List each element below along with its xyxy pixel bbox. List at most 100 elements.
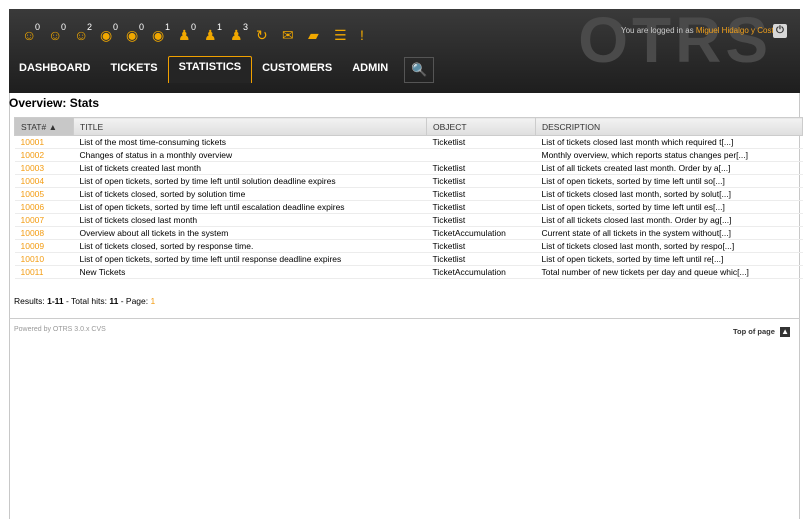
column-stat-number[interactable]: STAT# ▲ xyxy=(14,117,74,136)
stat-object: Ticketlist xyxy=(426,239,536,253)
stat-number-link[interactable]: 10003 xyxy=(14,161,74,175)
stat-description: List of tickets closed last month, sorte… xyxy=(535,187,803,201)
table-row[interactable]: 10008 Overview about all tickets in the s… xyxy=(14,226,803,240)
table-row[interactable]: 10004 List of open tickets, sorted by tim… xyxy=(14,174,803,188)
user-name-link[interactable]: Miguel Hidalgo y Costilla xyxy=(696,26,784,35)
logout-icon[interactable]: ⏻ xyxy=(773,24,787,38)
nav-item-customers[interactable]: CUSTOMERS xyxy=(252,57,342,83)
eye-icon: ◉ xyxy=(126,27,139,43)
stat-number-link[interactable]: 10008 xyxy=(14,226,74,240)
toolbar-item[interactable]: ↻ xyxy=(253,25,275,45)
stat-title: List of tickets created last month xyxy=(73,161,427,175)
stat-title: List of open tickets, sorted by time lef… xyxy=(73,200,427,214)
toolbar-count: 1 xyxy=(165,22,171,32)
page-link[interactable]: 1 xyxy=(151,296,156,306)
stat-number-link[interactable]: 10004 xyxy=(14,174,74,188)
user-icon: ♟ xyxy=(230,27,243,43)
nav-item-tickets[interactable]: TICKETS xyxy=(101,57,168,83)
table-row[interactable]: 10003 List of tickets created last month T… xyxy=(14,161,803,175)
stat-number-link[interactable]: 10007 xyxy=(14,213,74,227)
results-summary: Results: 1-11 - Total hits: 11 - Page: 1 xyxy=(14,296,155,306)
toolbar-count: 0 xyxy=(139,22,145,32)
stat-object: Ticketlist xyxy=(426,161,536,175)
toolbar-count: 2 xyxy=(87,22,93,32)
toolbar-count: 0 xyxy=(35,22,41,32)
login-prefix: You are logged in as xyxy=(621,26,694,35)
table-row[interactable]: 10005 List of tickets closed, sorted by s… xyxy=(14,187,803,201)
stat-number-link[interactable]: 10010 xyxy=(14,252,74,266)
hits-count: 11 xyxy=(109,296,119,306)
toolbar-item[interactable]: ♟ 0 xyxy=(175,22,197,45)
toolbar-count: 3 xyxy=(243,22,249,32)
nav-item-dashboard[interactable]: DASHBOARD xyxy=(9,57,101,83)
stat-number-link[interactable]: 10005 xyxy=(14,187,74,201)
stat-description: List of tickets closed last month which … xyxy=(535,135,803,149)
table-row[interactable]: 10010 List of open tickets, sorted by tim… xyxy=(14,252,803,266)
stat-object: Ticketlist xyxy=(426,174,536,188)
nav-item-admin[interactable]: ADMIN xyxy=(342,57,398,83)
toolbar-item[interactable]: ✉ xyxy=(279,25,301,45)
stat-title: Overview about all tickets in the system xyxy=(73,226,427,240)
column-title[interactable]: TITLE xyxy=(73,117,427,136)
page-label: - Page: xyxy=(120,296,149,306)
toolbar: ☺ 0 ☺ 0 ☺ 2 ◉ 0 ◉ 0 ◉ 1 ♟ 0 ♟ 1 ♟ 3 ↻ ✉ ▰ ☰! xyxy=(19,22,383,45)
table-row[interactable]: 10007 List of tickets closed last month Ti… xyxy=(14,213,803,227)
page-title: Overview: Stats xyxy=(9,96,100,110)
stat-object: Ticketlist xyxy=(426,135,536,149)
column-object[interactable]: OBJECT xyxy=(426,117,536,136)
stat-object: Ticketlist xyxy=(426,252,536,266)
toolbar-item[interactable]: ☺ 2 xyxy=(71,22,93,45)
results-range: 1-11 xyxy=(47,296,64,306)
stat-description: Monthly overview, which reports status c… xyxy=(535,148,803,162)
stat-title: List of tickets closed, sorted by respon… xyxy=(73,239,427,253)
stat-number-link[interactable]: 10006 xyxy=(14,200,74,214)
stat-object: TicketAccumulation xyxy=(426,226,536,240)
top-of-page-label: Top of page xyxy=(733,327,775,336)
toolbar-count: 0 xyxy=(191,22,197,32)
eye-icon: ◉ xyxy=(152,27,165,43)
stat-description: List of open tickets, sorted by time lef… xyxy=(535,200,803,214)
table-row[interactable]: 10011 New Tickets TicketAccumulation Total … xyxy=(14,265,803,279)
toolbar-count: 0 xyxy=(61,22,67,32)
toolbar-item[interactable]: ♟ 3 xyxy=(227,22,249,45)
stat-title: List of tickets closed last month xyxy=(73,213,427,227)
toolbar-item[interactable]: ◉ 0 xyxy=(97,22,119,45)
stat-object xyxy=(426,148,536,162)
refresh-icon: ↻ xyxy=(256,27,268,43)
column-description[interactable]: DESCRIPTION xyxy=(535,117,803,136)
stat-number-link[interactable]: 10011 xyxy=(14,265,74,279)
toolbar-item[interactable]: ♟ 1 xyxy=(201,22,223,45)
user-icon: ♟ xyxy=(204,27,217,43)
folder-icon: ▰ xyxy=(308,27,319,43)
toolbar-item[interactable]: ☺ 0 xyxy=(45,22,67,45)
login-info: You are logged in as Miguel Hidalgo y Co… xyxy=(621,26,783,35)
results-label: Results: xyxy=(14,296,45,306)
stat-title: List of open tickets, sorted by time lef… xyxy=(73,174,427,188)
table-header-row: STAT# ▲ TITLE OBJECT DESCRIPTION xyxy=(14,117,803,136)
otrs-logo: OTRS xyxy=(578,9,772,76)
stat-number-link[interactable]: 10009 xyxy=(14,239,74,253)
stat-description: List of tickets closed last month, sorte… xyxy=(535,239,803,253)
toolbar-item[interactable]: ☺ 0 xyxy=(19,22,41,45)
table-row[interactable]: 10002 Changes of status in a monthly over… xyxy=(14,148,803,162)
powered-by[interactable]: Powered by OTRS 3.0.x CVS xyxy=(14,326,106,333)
search-icon[interactable]: 🔍 xyxy=(404,57,435,83)
toolbar-count: 1 xyxy=(217,22,223,32)
toolbar-item[interactable]: ◉ 0 xyxy=(123,22,145,45)
stat-number-link[interactable]: 10001 xyxy=(14,135,74,149)
column-label: STAT# xyxy=(21,121,47,132)
toolbar-item[interactable]: ◉ 1 xyxy=(149,22,171,45)
nav-item-statistics[interactable]: STATISTICS xyxy=(167,56,253,83)
stat-number-link[interactable]: 10002 xyxy=(14,148,74,162)
mail-icon: ✉ xyxy=(282,27,294,43)
stat-title: List of open tickets, sorted by time lef… xyxy=(73,252,427,266)
table-row[interactable]: 10001 List of the most time-consuming tic… xyxy=(14,135,803,149)
toolbar-item[interactable]: ▰ xyxy=(305,25,327,45)
toolbar-item[interactable]: ! xyxy=(357,25,379,45)
top-of-page-link[interactable]: Top of page ▲ xyxy=(733,327,791,338)
stat-description: List of open tickets, sorted by time lef… xyxy=(535,252,803,266)
table-row[interactable]: 10009 List of tickets closed, sorted by r… xyxy=(14,239,803,253)
table-row[interactable]: 10006 List of open tickets, sorted by tim… xyxy=(14,200,803,214)
stat-title: Changes of status in a monthly overview xyxy=(73,148,427,162)
toolbar-item[interactable]: ☰ xyxy=(331,25,353,45)
